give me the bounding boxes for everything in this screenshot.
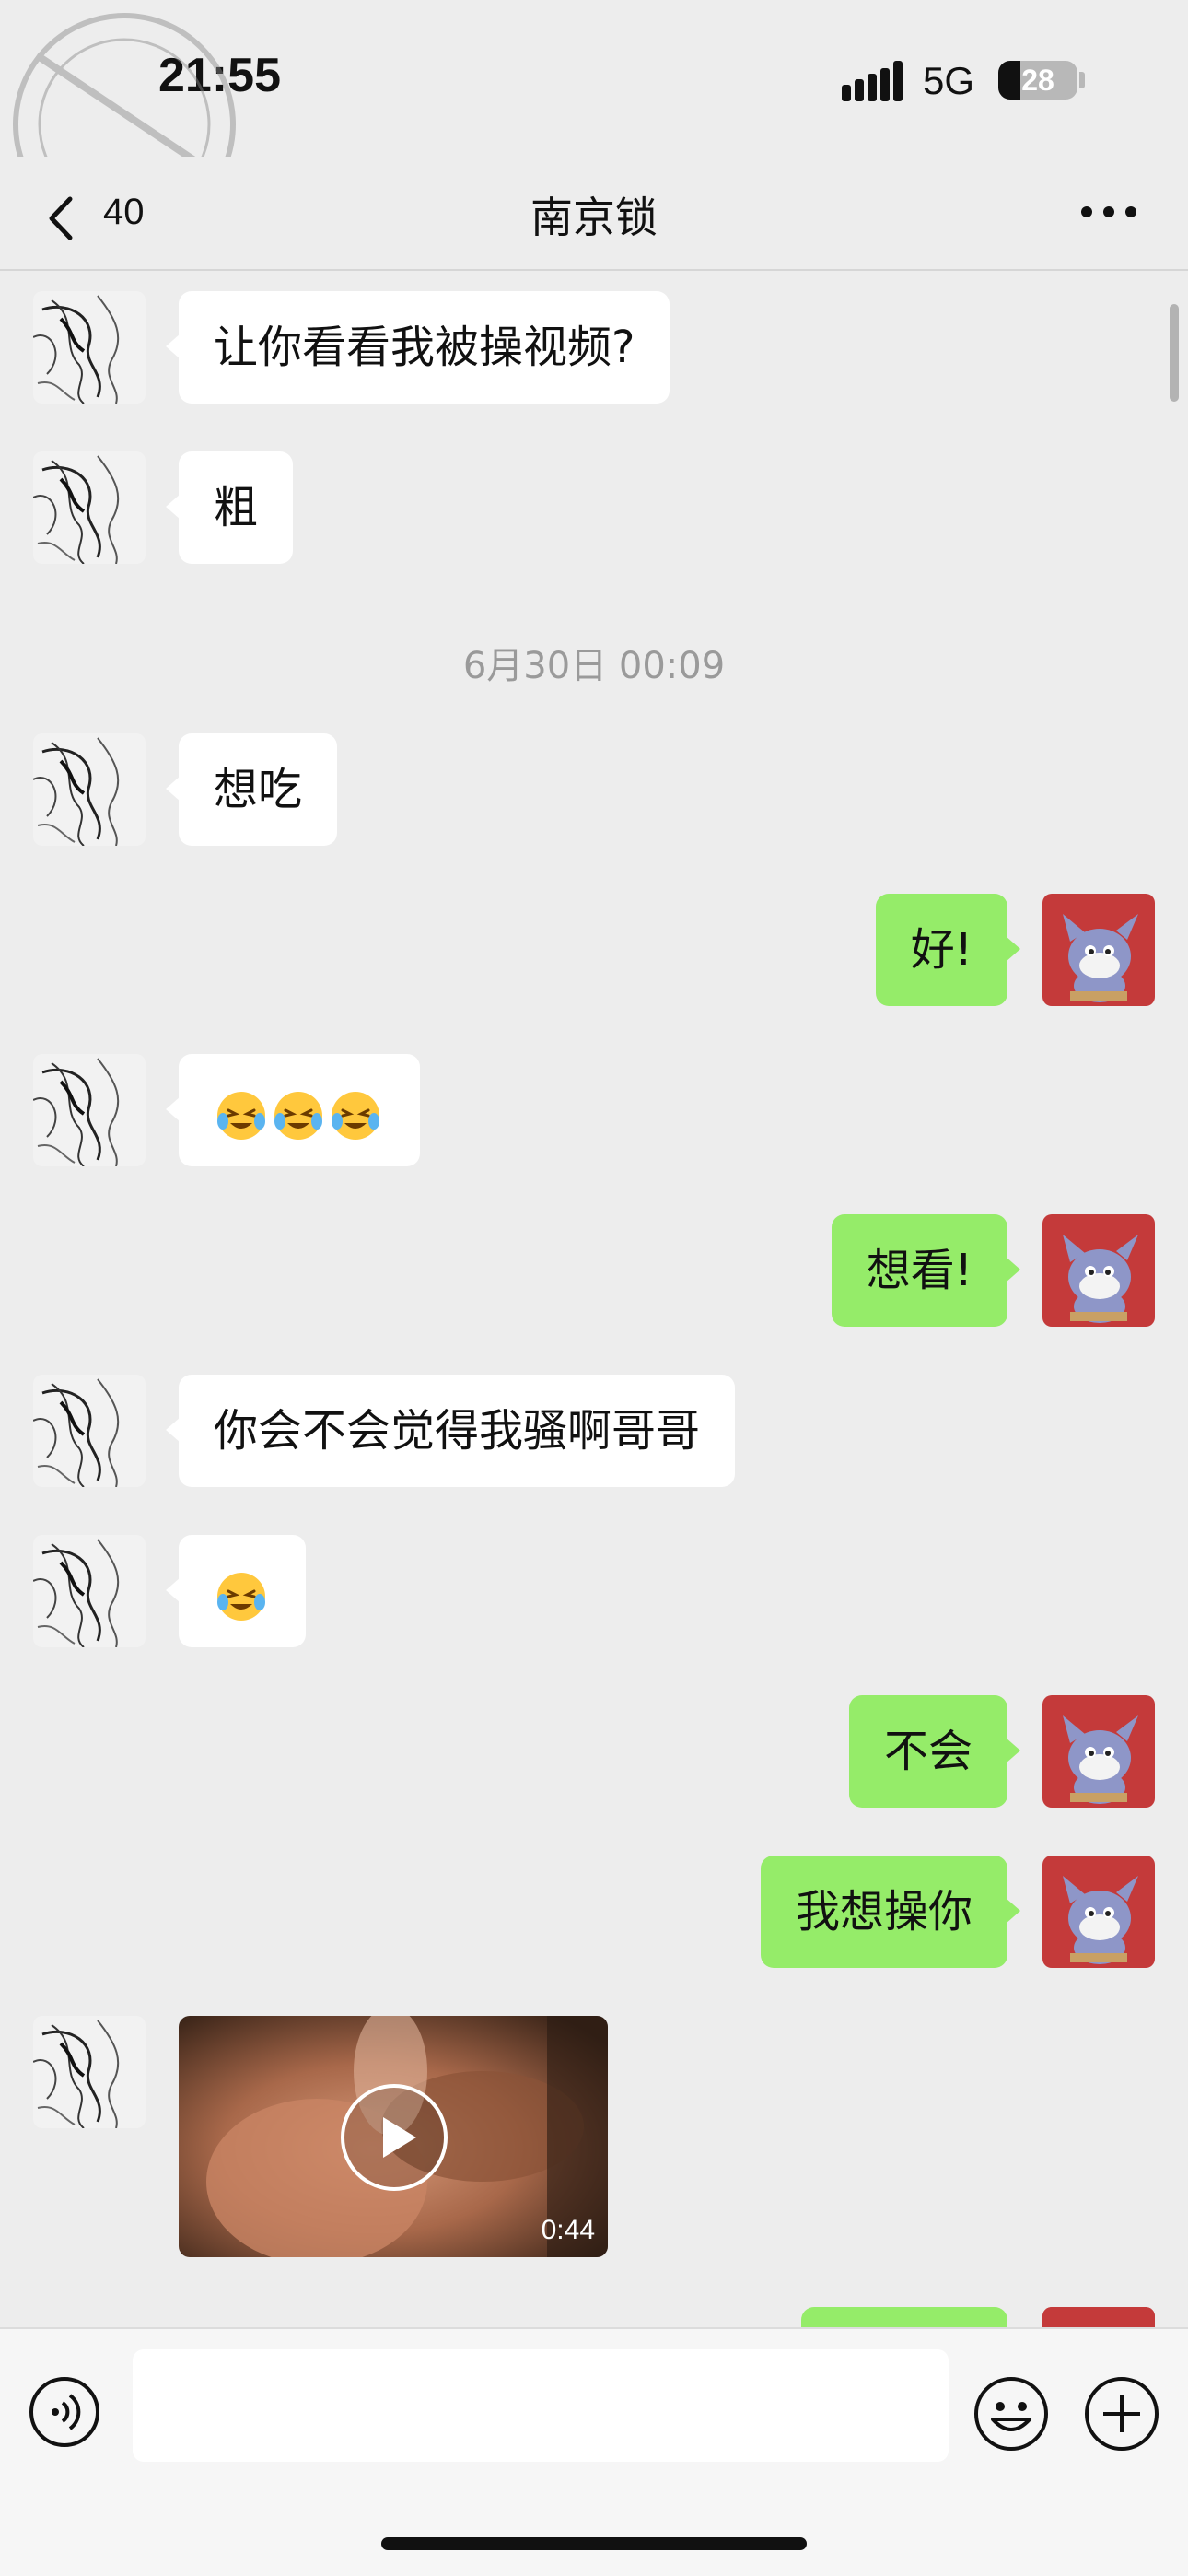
contact-avatar[interactable] (33, 291, 146, 404)
home-indicator[interactable] (381, 2537, 807, 2550)
battery-level: 28 (1021, 64, 1054, 97)
battery-icon: 28 (998, 61, 1077, 100)
emoji-icon[interactable] (973, 2375, 1050, 2453)
tears-of-joy-emoji (274, 1092, 322, 1140)
plus-icon[interactable] (1083, 2375, 1160, 2453)
chat-screen: 21:55 5G 28 40 南京锁 让你看看我被操视频? 粗 6月30日 00… (0, 0, 1188, 2576)
contact-avatar[interactable] (33, 733, 146, 846)
message-bubble-sent[interactable]: 不会 (848, 1695, 1021, 1808)
video-duration: 0:44 (541, 2215, 595, 2245)
emoji-row (214, 1057, 385, 1169)
my-avatar[interactable] (1042, 1695, 1155, 1808)
nav-bar: 40 南京锁 (0, 157, 1188, 271)
contact-avatar[interactable] (33, 1375, 146, 1487)
message-bubble-sent[interactable]: 好! (875, 894, 1021, 1006)
message-timestamp: 6月30日 00:09 (462, 645, 726, 687)
my-avatar[interactable] (1042, 1856, 1155, 1968)
my-avatar[interactable] (1042, 1214, 1155, 1327)
cellular-signal-icon (842, 61, 904, 101)
message-bubble-sent[interactable]: 我想操你 (760, 1856, 1021, 1968)
message-bubble-received[interactable]: 粗 (165, 451, 294, 564)
message-bubble-received[interactable]: 想吃 (165, 733, 338, 846)
network-type: 5G (923, 59, 975, 102)
message-bubble-sent[interactable]: 想看! (831, 1214, 1021, 1327)
more-dots-icon[interactable] (1077, 193, 1142, 230)
tears-of-joy-emoji (217, 1092, 265, 1140)
chat-title: 南京锁 (530, 193, 658, 242)
play-icon[interactable] (339, 2082, 449, 2193)
message-bubble-received[interactable]: 你会不会觉得我骚啊哥哥 (165, 1375, 736, 1487)
message-bubble-received[interactable] (166, 1054, 420, 1169)
message-input[interactable] (133, 2349, 949, 2462)
tears-of-joy-emoji (332, 1092, 379, 1140)
emoji-row (214, 1538, 271, 1650)
battery-cap (1079, 72, 1085, 88)
message-bubble-received[interactable]: 让你看看我被操视频? (165, 291, 670, 404)
my-avatar[interactable] (1042, 894, 1155, 1006)
tears-of-joy-emoji (217, 1573, 265, 1621)
voice-icon[interactable] (28, 2375, 101, 2449)
contact-avatar[interactable] (33, 2016, 146, 2128)
video-message[interactable]: 0:44 (179, 2016, 608, 2257)
contact-avatar[interactable] (33, 451, 146, 564)
scrollbar[interactable] (1170, 304, 1179, 402)
contact-avatar[interactable] (33, 1054, 146, 1166)
contact-avatar[interactable] (33, 1535, 146, 1647)
message-bubble-received[interactable] (166, 1535, 306, 1650)
